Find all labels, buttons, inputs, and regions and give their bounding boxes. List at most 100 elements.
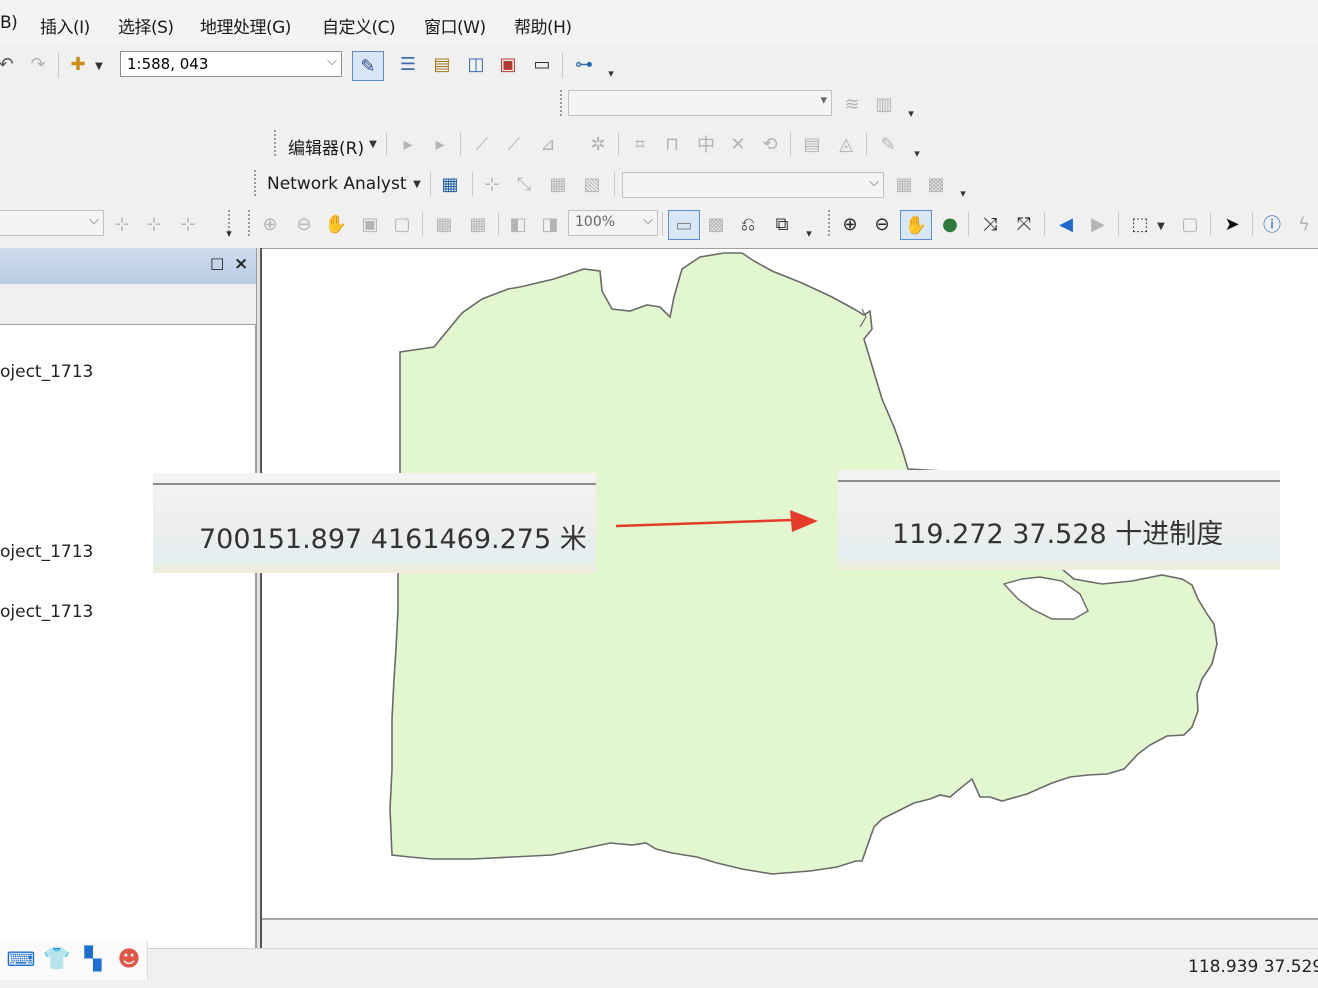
mascot-icon[interactable]: ☻	[116, 946, 142, 972]
network-analyst-menu-label[interactable]: Network Analyst	[267, 174, 407, 194]
menu-selection[interactable]: 选择(S)	[118, 13, 174, 38]
skin-shirt-icon[interactable]: 👕	[43, 946, 70, 972]
chevron-down-icon[interactable]: ▼	[410, 172, 424, 196]
pan-icon[interactable]: ✋	[900, 210, 932, 240]
menu-windows[interactable]: 窗口(W)	[424, 13, 486, 38]
toolbar-grip[interactable]	[254, 170, 257, 196]
chevron-down-icon[interactable]: ▼	[366, 132, 380, 156]
fixed-zoom-out-arrows-icon[interactable]: ⤧	[1012, 212, 1036, 236]
python-window-icon[interactable]: ▭	[530, 52, 554, 76]
toc-layer-item[interactable]: oject_1713	[0, 542, 93, 562]
menu-insert[interactable]: 插入(I)	[40, 13, 90, 38]
directions-icon[interactable]: ▧	[580, 172, 604, 196]
split-tool-icon[interactable]: ✕	[726, 132, 750, 156]
zoom-whole-page-icon[interactable]: ▣	[358, 212, 382, 236]
straight-segment-icon[interactable]: ⟋	[470, 132, 494, 156]
view-link-table-icon[interactable]: ⊹	[176, 212, 200, 236]
toolbar-grip[interactable]	[274, 130, 277, 156]
attributes-icon[interactable]: ▤	[800, 132, 824, 156]
fixed-zoom-in-icon[interactable]: ▦	[432, 212, 456, 236]
toolbar-options-icon[interactable]: ▾	[606, 58, 616, 80]
edit-vertices-icon[interactable]: ⌗	[628, 132, 652, 156]
toolbar-grip[interactable]	[828, 210, 831, 236]
zoom-in-icon[interactable]: ⊕	[838, 212, 862, 236]
select-move-location-icon[interactable]: ⤡	[512, 172, 536, 196]
editor-toolbar-icon[interactable]: ✎	[352, 51, 384, 81]
create-features-icon[interactable]: ✎	[876, 132, 900, 156]
fixed-zoom-out-icon[interactable]: ▦	[466, 212, 490, 236]
chevron-down-icon[interactable]: ▼	[92, 54, 106, 78]
change-layout-icon[interactable]: ⎌	[736, 212, 760, 236]
reshape-icon[interactable]: ✲	[586, 132, 610, 156]
disabled-combo[interactable]: ▾	[568, 90, 832, 116]
network-layer-combo[interactable]: ⌵	[622, 172, 884, 198]
hyperlink-icon[interactable]: ϟ	[1292, 212, 1316, 236]
menu-bookmarks[interactable]: B)	[0, 13, 18, 33]
keyboard-icon[interactable]: ⌨	[7, 946, 36, 972]
sketch-properties-icon[interactable]: ◬	[834, 132, 858, 156]
network-analyst-window-icon[interactable]: ▦	[438, 172, 462, 196]
select-elements-icon[interactable]: ➤	[1220, 212, 1244, 236]
identify-icon[interactable]: ⓘ	[1260, 212, 1284, 236]
menu-customize[interactable]: 自定义(C)	[322, 13, 396, 38]
map-view[interactable]	[262, 248, 1318, 928]
search-window-icon[interactable]: ◫	[464, 52, 488, 76]
georeference-layer-combo[interactable]: ⌵	[0, 210, 104, 236]
toolbox-grid-icon[interactable]: ▚	[80, 946, 106, 972]
catalog-window-icon[interactable]: ▤	[430, 52, 454, 76]
back-arrow-icon[interactable]: ◀	[1054, 212, 1078, 236]
build-network-icon[interactable]: ▦	[892, 172, 916, 196]
edit-annotation-icon[interactable]: ▸	[428, 132, 452, 156]
endpoint-arc-icon[interactable]: ⟋	[502, 132, 526, 156]
close-icon[interactable]: ×	[234, 254, 248, 274]
layout-zoom-out-icon[interactable]: ⊖	[292, 212, 316, 236]
toggle-draft-mode-icon[interactable]: ▭	[668, 210, 700, 240]
construction-tools-icon[interactable]: ⊿	[536, 132, 560, 156]
edit-tool-icon[interactable]: ▸	[396, 132, 420, 156]
reshape-feature-icon[interactable]: ⊓	[660, 132, 684, 156]
focus-data-frame-icon[interactable]: ▩	[704, 212, 728, 236]
toolbar-options-icon[interactable]: ▾	[804, 218, 814, 240]
toolbar-grip[interactable]	[560, 90, 563, 116]
redo-icon[interactable]: ↷	[26, 52, 50, 76]
add-data-icon[interactable]: ✚	[66, 52, 90, 76]
zoom-100-icon[interactable]: ▢	[390, 212, 414, 236]
toc-layer-item[interactable]: oject_1713	[0, 362, 93, 382]
fingerprint-icon[interactable]: ≋	[840, 92, 864, 116]
layout-pan-icon[interactable]: ✋	[324, 212, 348, 236]
data-driven-pages-icon[interactable]: ⧉	[770, 212, 794, 236]
layout-zoom-in-icon[interactable]: ⊕	[258, 212, 282, 236]
go-forward-extent-icon[interactable]: ◨	[538, 212, 562, 236]
menu-help[interactable]: 帮助(H)	[514, 13, 572, 38]
undo-icon[interactable]: ↶	[0, 52, 18, 76]
fixed-zoom-in-arrows-icon[interactable]: ⤨	[978, 212, 1002, 236]
scale-combo[interactable]: 1:588, 043 ⌵	[120, 51, 342, 77]
rotate-icon[interactable]: ⟲	[758, 132, 782, 156]
network-identify-icon[interactable]: ▩	[924, 172, 948, 196]
toolbox-icon[interactable]: ▣	[496, 52, 520, 76]
select-features-icon[interactable]: ⬚	[1128, 212, 1152, 236]
menu-geoprocessing[interactable]: 地理处理(G)	[200, 13, 291, 38]
model-builder-icon[interactable]: ⊶	[572, 52, 596, 76]
maximize-icon[interactable]: □	[210, 254, 224, 272]
toc-layer-item[interactable]: oject_1713	[0, 602, 93, 622]
toolbar-options-icon[interactable]: ▾	[912, 138, 922, 160]
toolbar-grip[interactable]	[248, 210, 251, 236]
auto-registration-icon[interactable]: ⊹	[142, 212, 166, 236]
chevron-down-icon[interactable]: ▼	[1154, 214, 1168, 238]
solve-grid-icon[interactable]: ▦	[546, 172, 570, 196]
cut-polygons-icon[interactable]: 中	[694, 132, 718, 156]
toc-window-icon[interactable]: ☰	[396, 52, 420, 76]
add-control-points-icon[interactable]: ⊹	[110, 212, 134, 236]
editor-menu-label[interactable]: 编辑器(R)	[288, 134, 364, 159]
histogram-icon[interactable]: ▥	[872, 92, 896, 116]
layout-zoom-combo[interactable]: 100% ⌵	[568, 210, 658, 236]
clear-selection-icon[interactable]: ▢	[1178, 212, 1202, 236]
full-extent-globe-icon[interactable]: ●	[938, 212, 962, 236]
toolbar-options-icon[interactable]: ▾	[224, 218, 234, 240]
toolbar-options-icon[interactable]: ▾	[958, 178, 968, 200]
go-back-extent-icon[interactable]: ◧	[506, 212, 530, 236]
toolbar-options-icon[interactable]: ▾	[906, 98, 916, 120]
forward-arrow-icon[interactable]: ▶	[1086, 212, 1110, 236]
create-network-location-icon[interactable]: ⊹	[480, 172, 504, 196]
